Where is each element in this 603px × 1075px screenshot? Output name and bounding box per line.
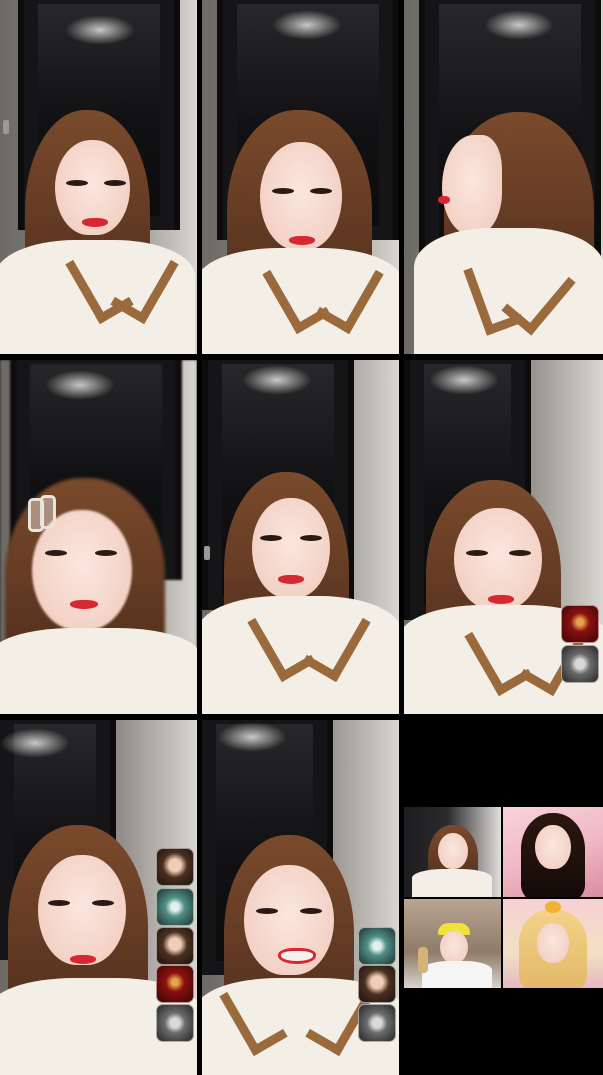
face (440, 931, 468, 963)
eye (300, 908, 322, 914)
light-reflection (65, 15, 135, 45)
viewer-avatar-teal-bubble[interactable] (156, 888, 194, 926)
eye (272, 188, 294, 194)
guest-tile-8[interactable] (202, 720, 399, 1075)
light-reflection (272, 10, 342, 40)
mini-guest-c[interactable] (404, 899, 501, 988)
door-handle (204, 546, 210, 560)
eye (48, 900, 70, 906)
mini-guest-b[interactable] (503, 807, 603, 897)
light-reflection (45, 370, 115, 400)
eye (310, 188, 332, 194)
white-top (412, 869, 492, 897)
light-reflection (484, 10, 554, 40)
mini-guest-d[interactable] (503, 899, 603, 988)
light-reflection (242, 365, 312, 395)
face (260, 142, 342, 250)
eye (260, 535, 282, 541)
viewer-avatar-portrait[interactable] (156, 927, 194, 965)
viewer-avatar-teal-bubble[interactable] (358, 927, 396, 965)
eye (300, 535, 322, 541)
guest-tile-6[interactable] (404, 360, 603, 714)
lips (82, 218, 108, 227)
viewer-avatar-bubble[interactable] (358, 1004, 396, 1042)
guest-tile-2[interactable] (202, 0, 399, 354)
hair-clip (40, 495, 56, 529)
face-profile (442, 135, 502, 235)
eye (66, 180, 88, 186)
viewer-avatar-bubble[interactable] (561, 645, 599, 683)
white-top (0, 628, 197, 714)
viewer-avatar-bubble[interactable] (156, 1004, 194, 1042)
viewer-avatar-red-room[interactable] (561, 605, 599, 643)
guest-tile-3[interactable] (404, 0, 603, 354)
eye (104, 180, 126, 186)
lips (438, 196, 450, 204)
eye (95, 550, 117, 556)
eye (509, 550, 531, 556)
smile (278, 948, 316, 964)
light-reflection (0, 728, 70, 758)
guest-tile-9-quad (404, 720, 603, 1075)
video-grid (0, 0, 603, 1075)
mini-guest-a[interactable] (404, 807, 501, 897)
eye (256, 908, 278, 914)
face (537, 923, 569, 963)
guest-tile-1[interactable] (0, 0, 197, 354)
door-handle (3, 120, 9, 134)
lips (289, 236, 315, 245)
lips (70, 600, 98, 609)
light-reflection (217, 722, 287, 752)
bunny-ears-headband (545, 901, 561, 913)
guest-tile-5[interactable] (202, 360, 399, 714)
face (438, 833, 468, 869)
viewer-avatar-face[interactable] (156, 848, 194, 886)
eye (92, 900, 114, 906)
microphone (418, 947, 428, 973)
viewer-avatar-face[interactable] (358, 965, 396, 1003)
light-reflection (429, 365, 499, 395)
guest-tile-4[interactable] (0, 360, 197, 714)
face (535, 825, 571, 869)
lips (488, 595, 514, 604)
white-shirt (422, 961, 492, 988)
lips (70, 955, 96, 964)
lips (278, 575, 304, 584)
face (38, 855, 126, 965)
eye (466, 550, 488, 556)
eye (45, 550, 67, 556)
viewer-avatar-red-room[interactable] (156, 965, 194, 1003)
guest-tile-7[interactable] (0, 720, 197, 1075)
